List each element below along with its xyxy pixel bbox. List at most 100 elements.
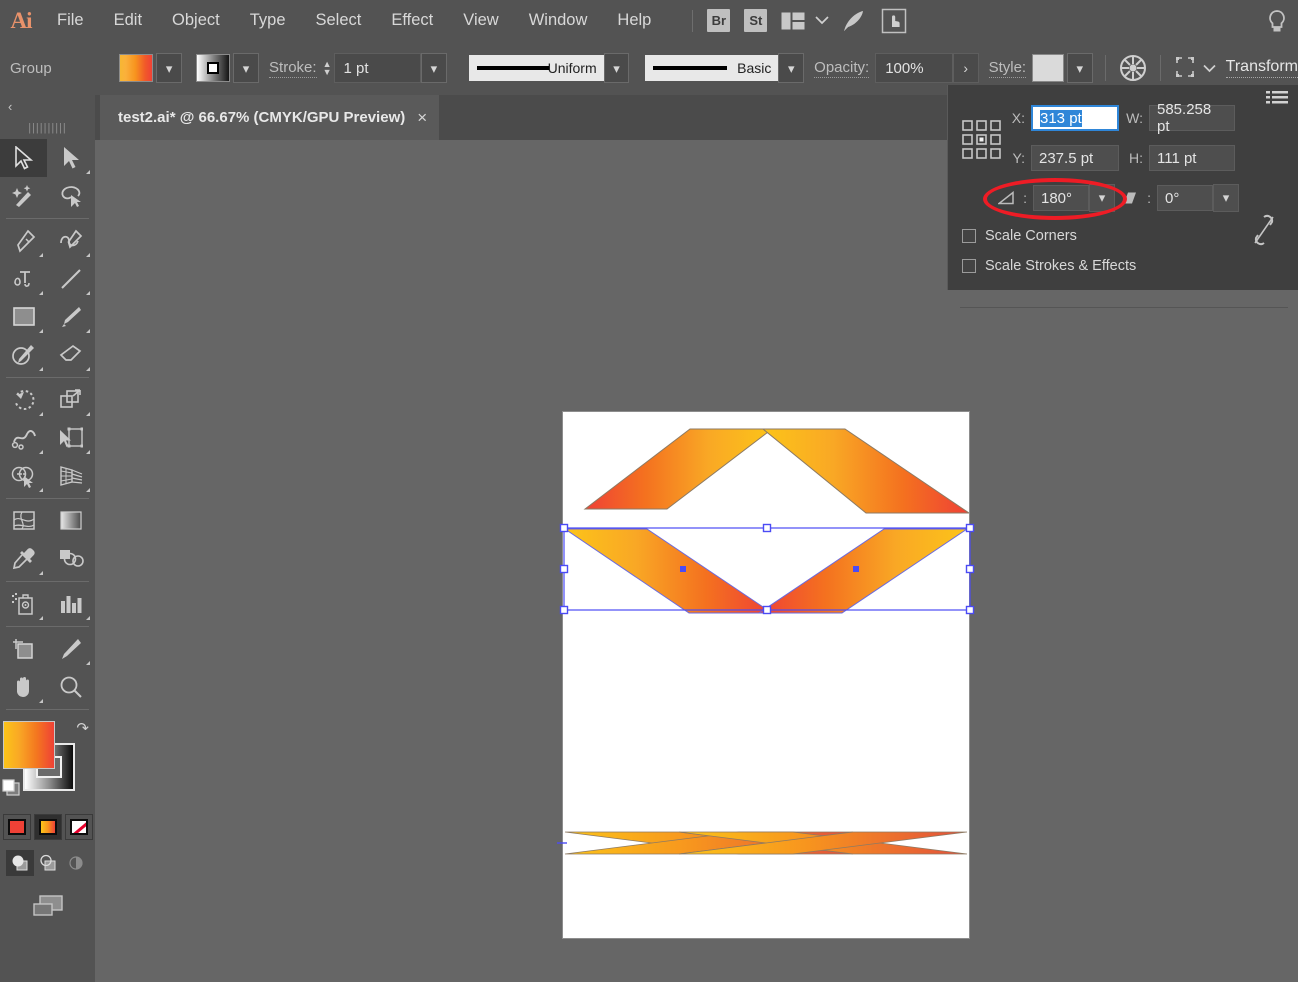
- menu-select[interactable]: Select: [301, 0, 377, 41]
- search-icon[interactable]: [1266, 0, 1288, 41]
- stroke-weight-stepper[interactable]: ▲ ▼: [323, 60, 332, 77]
- transform-panel-link[interactable]: Transform: [1225, 58, 1298, 78]
- bridge-button[interactable]: Br: [707, 0, 731, 41]
- stock-button[interactable]: St: [744, 0, 768, 41]
- type-tool[interactable]: [0, 260, 47, 298]
- stroke-weight-input[interactable]: 1 pt: [333, 53, 421, 83]
- menu-effect[interactable]: Effect: [376, 0, 448, 41]
- gradient-tool[interactable]: [47, 502, 94, 540]
- magic-wand-tool[interactable]: [0, 177, 47, 215]
- graphic-style-chevron-down-icon[interactable]: ▾: [1066, 53, 1093, 83]
- opacity-expand-icon[interactable]: ›: [952, 53, 979, 83]
- free-transform-tool[interactable]: [47, 419, 94, 457]
- menu-file[interactable]: File: [42, 0, 99, 41]
- artwork-bottom-band: [564, 831, 968, 855]
- hand-tool[interactable]: [0, 668, 47, 706]
- rotate-tool[interactable]: [0, 381, 47, 419]
- selection-tool[interactable]: [0, 139, 47, 177]
- swap-fill-stroke-icon[interactable]: ↷: [76, 719, 89, 737]
- stroke-swatch[interactable]: [196, 54, 231, 82]
- gradient-button[interactable]: [33, 814, 62, 840]
- artboard-tool[interactable]: [0, 630, 47, 668]
- panel-grip[interactable]: ||||||||||: [0, 117, 95, 139]
- x-input[interactable]: 313 pt: [1031, 105, 1119, 131]
- stroke-swatch-chevron-down-icon[interactable]: ▾: [233, 53, 260, 83]
- pen-tool[interactable]: [0, 222, 47, 260]
- width-tool[interactable]: [0, 419, 47, 457]
- rotate-chevron-down-icon[interactable]: ▾: [1089, 184, 1115, 212]
- close-icon[interactable]: ×: [405, 95, 439, 140]
- touch-workspace-icon[interactable]: [881, 0, 907, 41]
- menu-object[interactable]: Object: [157, 0, 235, 41]
- screen-mode-row: [0, 890, 95, 927]
- scale-corners-checkbox[interactable]: [962, 229, 976, 243]
- change-screen-mode-button[interactable]: [26, 890, 70, 927]
- lasso-tool[interactable]: [47, 177, 94, 215]
- zoom-tool[interactable]: [47, 668, 94, 706]
- shear-chevron-down-icon[interactable]: ▾: [1213, 184, 1239, 212]
- constrain-proportions-icon[interactable]: [1251, 213, 1277, 252]
- menu-view[interactable]: View: [448, 0, 513, 41]
- width-profile-select[interactable]: Uniform: [468, 55, 604, 81]
- gradient-button-swatch: [38, 819, 57, 835]
- draw-inside-button[interactable]: [62, 850, 90, 876]
- stroke-weight-chevron-down-icon[interactable]: ▾: [420, 53, 447, 83]
- shape-builder-tool[interactable]: [0, 457, 47, 495]
- fill-swatch-control[interactable]: ▾: [119, 53, 183, 83]
- y-input[interactable]: 237.5 pt: [1031, 145, 1119, 171]
- line-segment-tool[interactable]: [47, 260, 94, 298]
- menu-type[interactable]: Type: [235, 0, 301, 41]
- scale-tool[interactable]: [47, 381, 94, 419]
- paintbrush-tool[interactable]: [47, 298, 94, 336]
- none-button-swatch: [69, 819, 88, 835]
- draw-behind-button[interactable]: [34, 850, 62, 876]
- draw-normal-button[interactable]: [5, 850, 34, 876]
- stock-rocket-icon[interactable]: [841, 0, 867, 41]
- menu-help[interactable]: Help: [602, 0, 666, 41]
- column-graph-tool[interactable]: [47, 585, 94, 623]
- slice-tool[interactable]: [47, 630, 94, 668]
- curvature-tool[interactable]: [47, 222, 94, 260]
- brush-definition-chevron-down-icon[interactable]: ▾: [778, 53, 805, 83]
- arrange-documents-icon[interactable]: [781, 0, 805, 41]
- eraser-tool[interactable]: [47, 336, 94, 374]
- w-input[interactable]: 585.258 pt: [1149, 101, 1235, 135]
- eyedropper-tool[interactable]: [0, 540, 47, 578]
- symbol-sprayer-tool[interactable]: [0, 585, 47, 623]
- collapse-panel-icon[interactable]: ‹: [0, 95, 95, 117]
- none-button[interactable]: [64, 814, 93, 840]
- perspective-grid-tool[interactable]: [47, 457, 94, 495]
- reference-point-widget[interactable]: [962, 120, 1002, 165]
- scale-corners-row[interactable]: Scale Corners: [962, 228, 1077, 244]
- rotate-input[interactable]: 180°: [1033, 185, 1089, 211]
- rectangle-tool[interactable]: [0, 298, 47, 336]
- fill-swatch[interactable]: [119, 54, 154, 82]
- menu-window[interactable]: Window: [514, 0, 603, 41]
- shear-input[interactable]: 0°: [1157, 185, 1213, 211]
- panel-menu-icon[interactable]: [1266, 90, 1288, 111]
- align-icon[interactable]: [1173, 55, 1201, 81]
- direct-selection-tool[interactable]: [47, 139, 94, 177]
- fill-swatch-chevron-down-icon[interactable]: ▾: [156, 53, 183, 83]
- align-chevron-down-icon[interactable]: [1203, 64, 1216, 73]
- color-button[interactable]: [2, 814, 31, 840]
- stroke-swatch-control[interactable]: ▾: [196, 53, 260, 83]
- brush-definition-select[interactable]: Basic: [645, 55, 779, 81]
- scale-strokes-checkbox[interactable]: [962, 259, 976, 273]
- width-profile-chevron-down-icon[interactable]: ▾: [603, 53, 630, 83]
- graphic-style-swatch[interactable]: [1032, 54, 1064, 82]
- default-fill-stroke-icon[interactable]: [2, 779, 22, 797]
- document-tab[interactable]: test2.ai* @ 66.67% (CMYK/GPU Preview) ×: [100, 95, 440, 140]
- fill-color-swatch[interactable]: [3, 721, 55, 769]
- artboard[interactable]: [562, 411, 970, 939]
- opacity-input[interactable]: 100%: [875, 53, 953, 83]
- blend-tool[interactable]: [47, 540, 94, 578]
- mesh-tool[interactable]: [0, 502, 47, 540]
- menu-edit[interactable]: Edit: [99, 0, 157, 41]
- h-input[interactable]: 111 pt: [1149, 145, 1235, 171]
- recolor-artwork-icon[interactable]: [1118, 53, 1148, 83]
- scale-strokes-row[interactable]: Scale Strokes & Effects: [962, 258, 1136, 274]
- chevron-down-icon[interactable]: [815, 0, 829, 41]
- stepper-down-icon[interactable]: ▼: [323, 68, 332, 77]
- shaper-tool[interactable]: [0, 336, 47, 374]
